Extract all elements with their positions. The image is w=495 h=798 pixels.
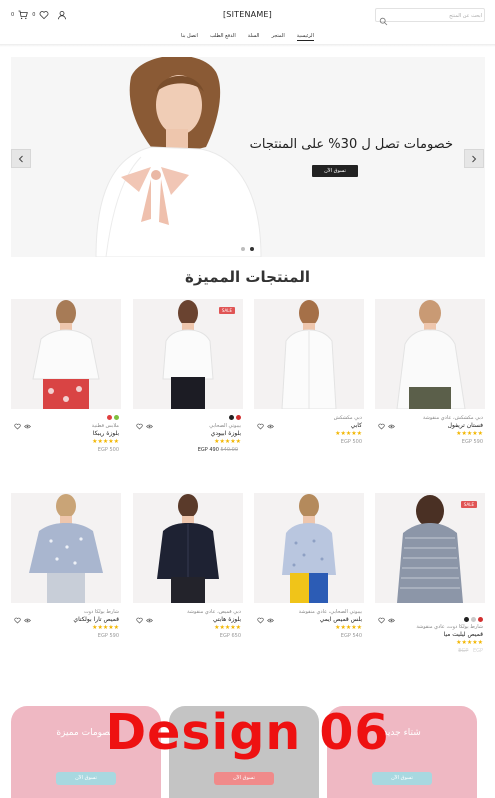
old-price: EGP bbox=[458, 648, 469, 654]
color-swatch[interactable] bbox=[107, 415, 112, 420]
product-card[interactable]: بيبوتي الصحابي، عادي منقوشة بلس قميص ايم… bbox=[254, 493, 364, 683]
slider-dot-active[interactable] bbox=[250, 247, 254, 251]
product-name[interactable]: كابي bbox=[256, 422, 362, 429]
nav-item-home[interactable]: الرئيسية bbox=[296, 31, 314, 41]
color-swatch[interactable] bbox=[236, 415, 241, 420]
star-rating: ★★★★★ bbox=[335, 624, 362, 631]
product-card[interactable]: SALE شارط بولكا دوت، عادي منقوشة قميص لي… bbox=[375, 493, 485, 683]
product-category[interactable]: شارط بولكا دوت، عادي منقوشة bbox=[377, 624, 483, 630]
featured-title: المنتجات المميزة bbox=[184, 268, 310, 286]
product-name[interactable]: بلس قميص ايمي bbox=[256, 616, 362, 623]
product-image[interactable] bbox=[254, 493, 364, 603]
color-swatch[interactable] bbox=[229, 415, 234, 420]
hero-model-image bbox=[11, 57, 485, 257]
chevron-left-icon bbox=[18, 155, 23, 162]
product-category[interactable]: بيبوتي الصحابي، عادي منقوشة bbox=[256, 609, 362, 615]
product-image[interactable]: SALE bbox=[133, 299, 243, 409]
color-swatches bbox=[464, 617, 483, 622]
product-image[interactable] bbox=[11, 299, 121, 409]
slider-dots bbox=[241, 247, 254, 251]
product-name[interactable]: قميص تارا بولكتاي bbox=[13, 616, 119, 623]
product-price: 590 EGP bbox=[461, 439, 483, 445]
star-rating: ★★★★★ bbox=[214, 624, 241, 631]
top-header: 0 0 [SITENAME] bbox=[0, 0, 495, 30]
nav-item-shop[interactable]: المتجر bbox=[271, 31, 284, 41]
product-card[interactable]: SALE بيبوتي الصحابي بلوزة ابيودي ★★★★★ 5… bbox=[133, 299, 243, 489]
star-rating: ★★★★★ bbox=[92, 438, 119, 445]
banner-button[interactable]: تسوق الآن bbox=[214, 772, 274, 785]
design-label-overlay: Design 06 bbox=[105, 704, 390, 761]
slider-next-button[interactable] bbox=[464, 149, 484, 168]
product-card[interactable]: ملابس قطنية بلوزة ريبكا ★★★★★ 500 EGP bbox=[11, 299, 121, 489]
product-price: 540.00 490 EGP bbox=[135, 447, 241, 453]
sale-price: EGP bbox=[472, 648, 483, 654]
color-swatch[interactable] bbox=[114, 415, 119, 420]
product-price: 500 EGP bbox=[340, 439, 362, 445]
nav-item-checkout[interactable]: الدفع الطلب bbox=[210, 31, 236, 41]
main-nav: الرئيسية المتجر السلة الدفع الطلب اتصل ب… bbox=[0, 31, 495, 45]
slider-prev-button[interactable] bbox=[11, 149, 31, 168]
product-name[interactable]: بلوزة ابيودي bbox=[135, 430, 241, 437]
star-rating: ★★★★★ bbox=[456, 639, 483, 646]
slider-dot[interactable] bbox=[241, 247, 245, 251]
product-image[interactable] bbox=[133, 493, 243, 603]
search-icon[interactable] bbox=[379, 11, 388, 26]
banner-button[interactable]: تسوق الآن bbox=[56, 772, 116, 785]
product-name[interactable]: قميص ليليت ميا bbox=[377, 631, 484, 638]
sale-price: 490 EGP bbox=[197, 447, 219, 453]
color-swatch[interactable] bbox=[471, 617, 476, 622]
product-category[interactable]: شارط بولكا دوت bbox=[13, 609, 119, 615]
product-name[interactable]: فستان تريفول bbox=[377, 422, 483, 429]
product-category[interactable]: دبي مكشكش bbox=[256, 415, 362, 421]
product-card[interactable]: شارط بولكا دوت قميص تارا بولكتاي ★★★★★ 5… bbox=[11, 493, 121, 683]
star-rating: ★★★★★ bbox=[92, 624, 119, 631]
product-card[interactable]: دبي قميص، عادي منقوشة بلوزة هابتي ★★★★★ … bbox=[133, 493, 243, 683]
search-box[interactable] bbox=[375, 8, 485, 26]
product-card[interactable]: دبي مكشكش، عادي منقوشة فستان تريفول ★★★★… bbox=[375, 299, 485, 489]
product-price: 500 EGP bbox=[97, 447, 119, 453]
product-image[interactable] bbox=[11, 493, 121, 603]
product-price: 650 EGP bbox=[219, 633, 241, 639]
product-category[interactable]: دبي قميص، عادي منقوشة bbox=[135, 609, 241, 615]
product-name[interactable]: بلوزة هابتي bbox=[135, 616, 241, 623]
star-rating: ★★★★★ bbox=[335, 430, 362, 437]
chevron-right-icon bbox=[472, 155, 477, 162]
product-card[interactable]: دبي مكشكش كابي ★★★★★ 500 EGP bbox=[254, 299, 364, 489]
product-name[interactable]: بلوزة ريبكا bbox=[13, 430, 119, 437]
color-swatches bbox=[107, 415, 119, 420]
product-category[interactable]: دبي مكشكش، عادي منقوشة bbox=[377, 415, 483, 421]
product-category[interactable]: بيبوتي الصحابي bbox=[135, 423, 241, 429]
product-image[interactable] bbox=[254, 299, 364, 409]
color-swatches bbox=[229, 415, 241, 420]
old-price: 540.00 bbox=[220, 447, 239, 453]
header-divider bbox=[0, 44, 495, 47]
product-price: EGP EGP bbox=[377, 648, 483, 654]
product-image[interactable]: SALE bbox=[375, 493, 485, 603]
search-input[interactable] bbox=[390, 10, 482, 21]
star-rating: ★★★★★ bbox=[456, 430, 483, 437]
sale-badge: SALE bbox=[218, 307, 235, 314]
nav-item-cart[interactable]: السلة bbox=[248, 31, 260, 41]
product-category[interactable]: ملابس قطنية bbox=[13, 423, 119, 429]
product-price: 590 EGP bbox=[97, 633, 119, 639]
hero-slider: خصومات تصل ل 30% على المنتجات تسوق الآن bbox=[11, 57, 485, 257]
product-price: 540 EGP bbox=[340, 633, 362, 639]
banner-button[interactable]: تسوق الآن bbox=[372, 772, 432, 785]
hero-title: خصومات تصل ل 30% على المنتجات bbox=[249, 137, 453, 152]
sale-badge: SALE bbox=[460, 501, 477, 508]
product-image[interactable] bbox=[375, 299, 485, 409]
color-swatch[interactable] bbox=[464, 617, 469, 622]
shop-now-button[interactable]: تسوق الآن bbox=[312, 165, 358, 177]
star-rating: ★★★★★ bbox=[214, 438, 241, 445]
color-swatch[interactable] bbox=[478, 617, 483, 622]
nav-item-contact[interactable]: اتصل بنا bbox=[181, 31, 198, 41]
